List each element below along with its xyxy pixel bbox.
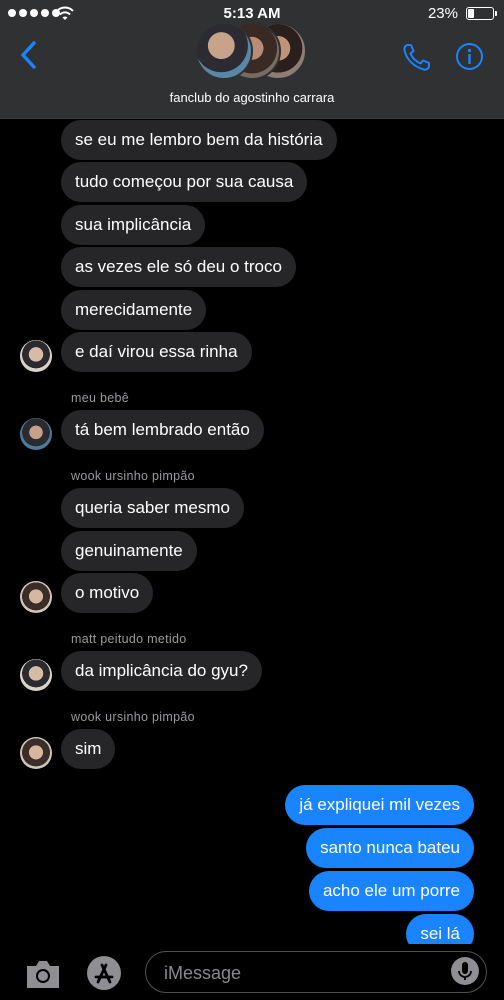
back-chevron-icon[interactable] bbox=[18, 40, 40, 70]
message-bubble[interactable]: as vezes ele só deu o troco bbox=[61, 247, 296, 287]
battery-percentage: 23% bbox=[427, 5, 458, 22]
message-bubble[interactable]: tudo começou por sua causa bbox=[61, 162, 308, 202]
message-bubble[interactable]: sua implicância bbox=[61, 205, 206, 245]
message-bubble[interactable]: tá bem lembrado então bbox=[61, 410, 264, 450]
message-bubble[interactable]: se eu me lembro bem da história bbox=[61, 120, 337, 160]
outgoing-message-bubble[interactable]: já expliquei mil vezes bbox=[285, 785, 474, 825]
avatar[interactable] bbox=[20, 659, 52, 691]
sender-name: matt peitudo metido bbox=[71, 632, 187, 646]
avatar[interactable] bbox=[20, 581, 52, 613]
phone-icon[interactable] bbox=[402, 42, 432, 72]
message-bubble[interactable]: da implicância do gyu? bbox=[61, 651, 262, 691]
battery-icon bbox=[466, 7, 497, 20]
sender-name: meu bebê bbox=[71, 391, 129, 405]
avatar bbox=[195, 22, 253, 80]
message-bubble[interactable]: e daí virou essa rinha bbox=[61, 332, 252, 372]
message-bubble[interactable]: genuinamente bbox=[61, 531, 197, 571]
avatar[interactable] bbox=[20, 737, 52, 769]
message-bubble[interactable]: merecidamente bbox=[61, 290, 207, 330]
group-avatars[interactable] bbox=[195, 22, 311, 80]
group-name[interactable]: fanclub do agostinho carrara bbox=[0, 90, 504, 105]
avatar[interactable] bbox=[20, 418, 52, 450]
message-bubble[interactable]: sim bbox=[61, 729, 116, 769]
message-input-placeholder: iMessage bbox=[164, 963, 242, 983]
info-icon[interactable] bbox=[455, 42, 484, 71]
microphone-icon[interactable] bbox=[451, 957, 479, 985]
message-bubble[interactable]: queria saber mesmo bbox=[61, 488, 244, 528]
message-bubble[interactable]: o motivo bbox=[61, 573, 154, 613]
outgoing-message-bubble[interactable]: acho ele um porre bbox=[308, 871, 474, 911]
sender-name: wook ursinho pimpão bbox=[71, 710, 195, 724]
avatar[interactable] bbox=[20, 340, 52, 372]
camera-icon[interactable] bbox=[24, 958, 62, 990]
app-store-icon[interactable] bbox=[84, 955, 124, 991]
outgoing-message-bubble[interactable]: santo nunca bateu bbox=[306, 828, 474, 868]
sender-name: wook ursinho pimpão bbox=[71, 469, 195, 483]
